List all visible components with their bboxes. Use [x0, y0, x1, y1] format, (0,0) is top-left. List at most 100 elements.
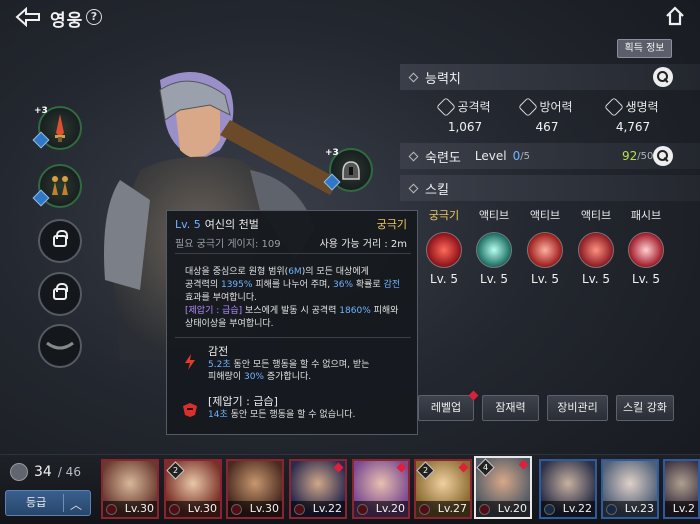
equipment-manage-button[interactable]: 장비관리 — [547, 395, 608, 421]
active-skill-icon — [578, 232, 614, 268]
divider — [175, 253, 411, 254]
hero-card[interactable]: Lv.20 — [352, 459, 410, 519]
helmet-icon — [342, 161, 360, 180]
skill-type: 액티브 — [580, 209, 612, 222]
stat-value: 1,067 — [447, 120, 483, 134]
proficiency-search-icon[interactable] — [653, 146, 673, 166]
stat-hp: 생명력 4,767 — [588, 96, 678, 134]
lock-icon — [53, 230, 68, 247]
button-label: 스킬 강화 — [623, 401, 667, 414]
section-title: 능력치 — [425, 71, 461, 87]
stats-search-icon[interactable] — [653, 67, 673, 87]
skill-tooltip: Lv. 5 여신의 천벌 궁극기 필요 궁극기 게이지: 109 사용 가능 거리… — [166, 210, 418, 435]
hero-card[interactable]: Lv.22 — [289, 459, 347, 519]
stat-label: 생명력 — [625, 100, 659, 114]
accessory-slot[interactable] — [32, 164, 82, 208]
chevron-up-icon: ︿ — [69, 498, 82, 512]
hero-level: Lv.27 — [416, 501, 470, 517]
hero-level: Lv.23 — [603, 501, 657, 517]
tooltip-description: 대상을 중심으로 원형 범위(6M)의 모든 대상에게 공격력의 1395% 피… — [185, 267, 401, 329]
hero-count: 34 / 46 — [10, 463, 81, 481]
hp-icon — [604, 96, 625, 117]
hero-level: Lv.22 — [291, 501, 345, 517]
hero-count-max: / 46 — [57, 465, 81, 479]
effect-title: 감전 — [208, 345, 229, 358]
button-label: 등급 — [26, 496, 47, 509]
skill-level: Lv. 5 — [429, 272, 459, 286]
levelup-button[interactable]: 레벨업 — [418, 390, 479, 421]
page-title: 영웅 — [50, 11, 84, 31]
hero-card[interactable]: Lv.30 — [101, 459, 159, 519]
back-button[interactable] — [14, 6, 44, 28]
hero-level: Lv.30 — [228, 501, 282, 517]
divider — [63, 494, 64, 512]
hero-card[interactable]: 2 Lv.27 — [414, 459, 472, 519]
ultimate-skill-icon — [426, 232, 462, 268]
stat-label: 방어력 — [539, 100, 573, 114]
skill-type: 패시브 — [630, 209, 662, 222]
stat-value: 467 — [535, 120, 559, 134]
hero-level: Lv.2 — [665, 501, 698, 517]
skill-level: Lv. 5 — [530, 272, 560, 286]
tooltip-skill-level: Lv. 5 — [175, 218, 201, 231]
effect-title: [제압기 : 급습] — [208, 395, 278, 408]
button-label: 장비관리 — [557, 401, 598, 414]
skill-enhance-button[interactable]: 스킬 강화 — [616, 395, 674, 421]
skill-level: Lv. 5 — [581, 272, 611, 286]
hero-card[interactable]: 2 Lv.30 — [164, 459, 222, 519]
skill-active-1[interactable]: 액티브 Lv. 5 — [469, 207, 519, 286]
stat-value: 4,767 — [615, 120, 651, 134]
defense-icon — [518, 96, 539, 117]
tooltip-gauge: 필요 궁극기 게이지: 109 — [175, 239, 281, 250]
locked-slot[interactable] — [38, 219, 82, 263]
proficiency-level-label: Level — [474, 149, 507, 163]
hero-count-current: 34 — [34, 464, 52, 480]
locked-slot[interactable] — [38, 272, 82, 316]
section-title: 스킬 — [425, 182, 449, 198]
section-diamond-icon — [408, 151, 419, 161]
effect-description: 5.2초 동안 모든 행동을 할 수 없으며, 받는 피해량이 30% 증가합니… — [208, 360, 370, 382]
suppress-icon — [183, 403, 197, 417]
skill-type: 액티브 — [478, 209, 510, 222]
potential-button[interactable]: 잠재력 — [482, 395, 539, 421]
proficiency-points: 92 — [621, 149, 638, 163]
hero-card[interactable]: Lv.2 — [663, 459, 700, 519]
enhance-level: +3 — [34, 106, 48, 116]
hero-level: Lv.20 — [354, 501, 408, 517]
help-icon[interactable]: ? — [86, 9, 102, 25]
stat-attack: 공격력 1,067 — [420, 96, 510, 134]
skill-active-3[interactable]: 액티브 Lv. 5 — [571, 207, 621, 286]
skill-level: Lv. 5 — [631, 272, 661, 286]
grade-sort-button[interactable]: 등급 ︿ — [5, 490, 91, 516]
active-skill-icon — [476, 232, 512, 268]
attack-icon — [436, 96, 457, 117]
acquire-info-button[interactable]: 획득 정보 — [617, 39, 672, 58]
button-label: 잠재력 — [495, 401, 526, 414]
notification-dot — [468, 390, 479, 401]
hero-card[interactable]: Lv.30 — [226, 459, 284, 519]
divider — [175, 337, 411, 338]
skill-passive[interactable]: 패시브 Lv. 5 — [621, 207, 671, 286]
sword-icon — [55, 114, 65, 142]
stat-defense: 방어력 467 — [502, 96, 592, 134]
tooltip-range: 사용 가능 거리 : 2m — [319, 239, 407, 250]
helmet-slot[interactable]: +3 — [323, 148, 373, 192]
home-icon[interactable] — [665, 6, 685, 26]
hero-card-selected[interactable]: 4 Lv.20 — [474, 456, 532, 519]
hero-level: Lv.30 — [166, 501, 220, 517]
skill-ultimate[interactable]: 궁극기 Lv. 5 — [419, 207, 469, 286]
proficiency-level-max: /5 — [520, 150, 530, 162]
section-diamond-icon — [408, 72, 419, 82]
belt-slot[interactable] — [38, 324, 82, 368]
skill-active-2[interactable]: 액티브 Lv. 5 — [520, 207, 570, 286]
section-diamond-icon — [408, 183, 419, 193]
hero-card[interactable]: Lv.22 — [539, 459, 597, 519]
tooltip-header: Lv. 5 여신의 천벌 — [175, 216, 259, 232]
hero-card[interactable]: Lv.23 — [601, 459, 659, 519]
lightning-icon — [185, 354, 195, 370]
belt-icon — [46, 341, 74, 350]
passive-skill-icon — [628, 232, 664, 268]
helmet-icon — [10, 463, 28, 481]
hero-level: Lv.20 — [476, 501, 530, 517]
weapon-slot[interactable]: +3 — [32, 106, 82, 150]
